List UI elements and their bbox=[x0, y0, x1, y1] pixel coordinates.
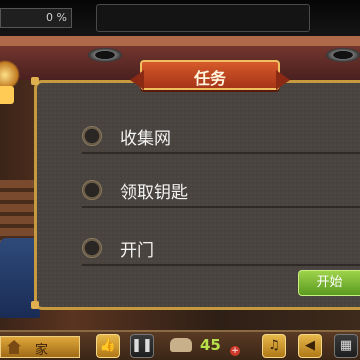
progress-text: 0 % bbox=[46, 11, 67, 24]
sound-icon: ◀ bbox=[305, 338, 315, 353]
music-button[interactable]: ♫ bbox=[262, 334, 286, 358]
message-box bbox=[96, 4, 310, 32]
hint-hand-icon[interactable] bbox=[170, 338, 192, 352]
inventory-button[interactable]: ▦ bbox=[334, 334, 358, 358]
task-label: 领取钥匙 bbox=[120, 183, 188, 203]
progress-indicator: 0 % bbox=[0, 8, 72, 28]
thumbs-up-button[interactable]: 👍 bbox=[96, 334, 120, 358]
task-label: 开门 bbox=[120, 241, 154, 261]
task-checkbox[interactable] bbox=[82, 180, 102, 200]
home-icon bbox=[7, 340, 21, 354]
task-checkbox[interactable] bbox=[82, 238, 102, 258]
ceiling-band bbox=[0, 36, 360, 46]
panel-corner-ornament bbox=[31, 301, 39, 309]
music-icon: ♫ bbox=[268, 338, 280, 353]
task-checkbox[interactable] bbox=[82, 126, 102, 146]
ceiling-vent bbox=[326, 48, 360, 62]
panel-corner-ornament bbox=[31, 77, 39, 85]
start-button[interactable]: 开始 bbox=[298, 270, 360, 296]
pause-icon: ❚❚ bbox=[131, 338, 153, 353]
quest-title: 任务 bbox=[193, 69, 226, 88]
ceiling-vent bbox=[88, 48, 122, 62]
inventory-icon: ▦ bbox=[339, 338, 353, 353]
lamp bbox=[0, 86, 14, 104]
quest-title-banner: 任务 bbox=[130, 60, 290, 90]
task-item[interactable]: 收集网 bbox=[82, 124, 360, 154]
task-item[interactable]: 领取钥匙 bbox=[82, 178, 360, 208]
pause-button[interactable]: ❚❚ bbox=[130, 334, 154, 358]
sound-button[interactable]: ◀ bbox=[298, 334, 322, 358]
home-label: 家 bbox=[35, 343, 49, 358]
home-button[interactable]: 家 bbox=[0, 336, 80, 358]
thumbs-up-icon: 👍 bbox=[99, 338, 117, 353]
coin-count: 45 bbox=[200, 336, 221, 354]
coin-add-icon[interactable]: + bbox=[230, 346, 240, 356]
task-item[interactable]: 开门 bbox=[82, 236, 360, 266]
task-label: 收集网 bbox=[120, 129, 171, 149]
